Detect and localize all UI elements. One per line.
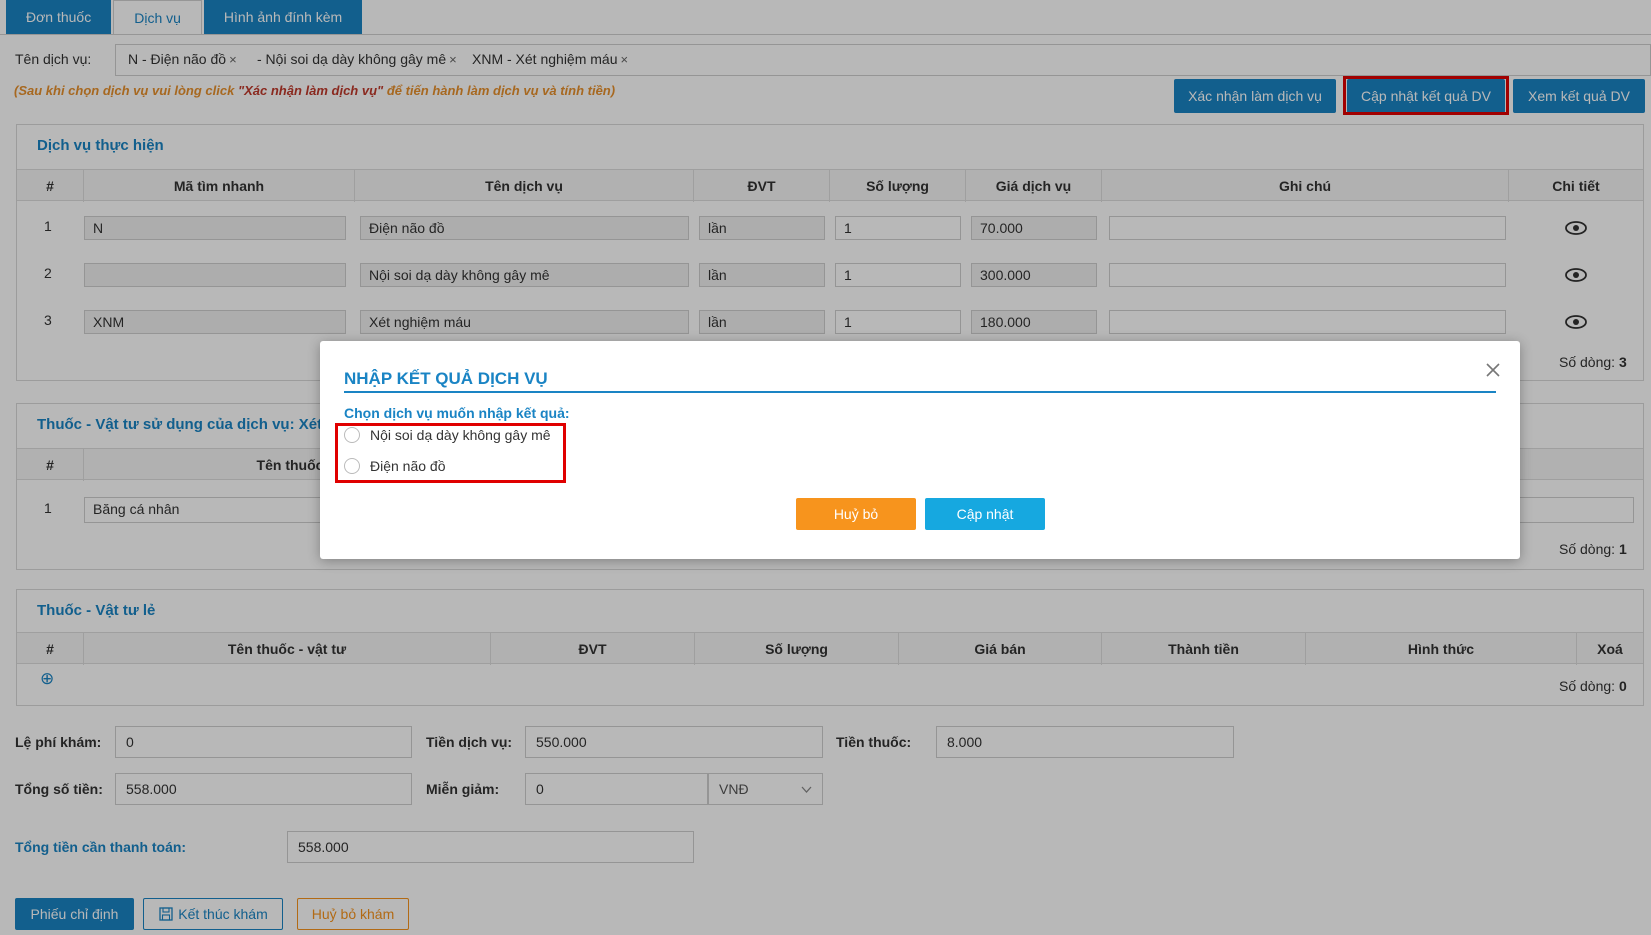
close-icon[interactable] bbox=[1484, 361, 1502, 379]
app-root: Đơn thuốc Dịch vụ Hình ảnh đính kèm Tên … bbox=[0, 0, 1651, 935]
modal-cancel-button[interactable]: Huỷ bỏ bbox=[796, 498, 916, 530]
options-highlight-box bbox=[335, 423, 566, 483]
modal-title: NHẬP KẾT QUẢ DỊCH VỤ bbox=[344, 369, 548, 388]
enter-result-modal: NHẬP KẾT QUẢ DỊCH VỤ Chọn dịch vụ muốn n… bbox=[320, 341, 1520, 559]
modal-title-underline bbox=[344, 391, 1496, 393]
modal-subtitle: Chọn dịch vụ muốn nhập kết quả: bbox=[344, 405, 570, 421]
modal-update-button[interactable]: Cập nhật bbox=[925, 498, 1045, 530]
